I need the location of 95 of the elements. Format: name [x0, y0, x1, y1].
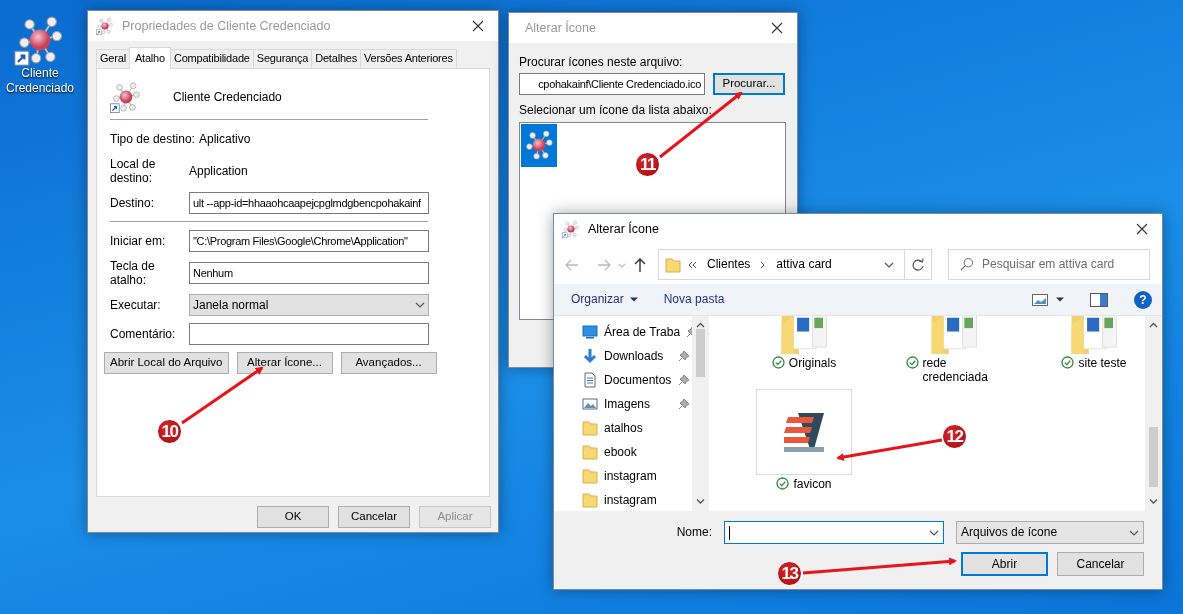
scrollbar[interactable]: [692, 316, 709, 511]
close-icon[interactable]: [1136, 223, 1148, 235]
window-title: Alterar Ícone: [525, 20, 597, 36]
up-arrow-icon[interactable]: [632, 256, 648, 273]
nav-item[interactable]: atalhos: [582, 416, 690, 440]
caret-icon[interactable]: [1056, 297, 1064, 302]
address-bar[interactable]: Clientes attiva card: [658, 249, 932, 280]
shortcut-molecule-icon: [562, 220, 580, 238]
file-item[interactable]: favicon: [729, 384, 879, 492]
button[interactable]: Abrir Local do Arquivo: [104, 352, 229, 375]
scrollbar[interactable]: [1145, 316, 1162, 511]
file-item[interactable]: Originals: [729, 316, 879, 385]
tab[interactable]: Atalho: [128, 47, 171, 70]
dropdown[interactable]: Janela normal: [189, 294, 429, 317]
breadcrumb-item[interactable]: attiva card: [776, 257, 832, 272]
folder-icon: [665, 256, 681, 273]
scroll-up-icon[interactable]: [696, 322, 705, 329]
icon-tile[interactable]: [521, 123, 557, 167]
field-value: Application: [189, 164, 248, 179]
file-name: site teste: [1078, 356, 1127, 371]
scrollbar-thumb[interactable]: [696, 329, 705, 377]
field-label: Tipo de destino:: [110, 132, 196, 147]
file-item[interactable]: site teste: [1029, 316, 1145, 385]
folder-icon: [582, 444, 598, 460]
caret-icon[interactable]: [629, 297, 638, 302]
tab[interactable]: Geral: [96, 49, 130, 69]
button[interactable]: Cancelar: [338, 506, 410, 529]
search-field[interactable]: Pesquisar em attiva card: [948, 249, 1150, 280]
field-label: Executar:: [110, 298, 162, 313]
monitor-icon: [582, 324, 598, 340]
new-folder-button[interactable]: Nova pasta: [663, 292, 725, 307]
button[interactable]: OK: [257, 506, 329, 529]
shortcut-name: Cliente Credenciado: [173, 90, 282, 105]
window-title: Alterar Ícone: [588, 221, 660, 237]
button[interactable]: Abrir: [961, 552, 1048, 576]
input-field[interactable]: ult --app-id=hhaaohcaapejcpglmdgbencpohakainf: [189, 192, 429, 215]
view-options-icon[interactable]: [1032, 293, 1048, 306]
molecule-icon: [523, 129, 555, 162]
scroll-down-icon[interactable]: [1149, 498, 1158, 505]
organize-menu[interactable]: Organizar: [571, 292, 638, 307]
filename-field[interactable]: [724, 521, 944, 544]
search-placeholder: Pesquisar em attiva card: [982, 257, 1115, 272]
scrollbar-thumb[interactable]: [1149, 427, 1158, 487]
logo-drawing: [782, 410, 826, 453]
nav-item[interactable]: Documentos: [582, 368, 690, 392]
dropdown-value[interactable]: Janela normal: [193, 298, 269, 313]
file-name: rede credenciada: [922, 356, 989, 385]
field-label: Local de destino:: [110, 157, 157, 186]
shortcut-molecule-icon: [110, 81, 142, 114]
button[interactable]: Alterar Ícone...: [236, 352, 333, 375]
field-label: Destino:: [110, 196, 156, 211]
double-chevron-icon[interactable]: [687, 259, 697, 270]
search-icon: [959, 257, 974, 272]
close-icon[interactable]: [771, 22, 783, 34]
field-label: Procurar ícones neste arquivo:: [519, 55, 683, 70]
picture-icon: [582, 396, 598, 412]
input-field[interactable]: cpohakainf\Cliente Credenciado.ico: [519, 73, 705, 96]
file-name: favicon: [793, 476, 832, 492]
nav-item[interactable]: Downloads: [582, 344, 690, 368]
preview-pane-icon[interactable]: [1090, 292, 1108, 307]
nav-item[interactable]: Área de Traba: [582, 320, 690, 344]
field-value: Aplicativo: [198, 132, 251, 147]
window-title: Propriedades de Cliente Credenciado: [122, 18, 332, 34]
document-icon: [582, 372, 598, 388]
field-label: Nome:: [676, 525, 712, 540]
field-label: Tecla de atalho:: [110, 259, 156, 288]
browse-button[interactable]: Procurar...: [713, 73, 785, 96]
folder-icon: [582, 492, 598, 508]
file-type-dropdown[interactable]: Arquivos de ícone: [956, 521, 1144, 544]
button[interactable]: Cancelar: [1057, 552, 1144, 576]
nav-item[interactable]: instagram: [582, 464, 690, 488]
help-button[interactable]: ?: [1134, 290, 1152, 309]
tab[interactable]: Versões Anteriores: [360, 49, 457, 69]
folder-icon: [582, 468, 598, 484]
file-item[interactable]: rede credenciada: [879, 316, 1029, 385]
field-label: Iniciar em:: [110, 234, 167, 249]
close-icon[interactable]: [472, 20, 484, 32]
input-field[interactable]: Nenhum: [189, 262, 429, 285]
file-name: Originals: [788, 356, 837, 371]
nav-item[interactable]: instagram: [582, 488, 690, 511]
desktop-icon-label: Cliente Credenciado: [4, 66, 75, 96]
nav-item[interactable]: ebook: [582, 440, 690, 464]
input-field[interactable]: "C:\Program Files\Google\Chrome\Application": [189, 230, 429, 253]
input-field[interactable]: [189, 323, 429, 346]
shortcut-molecule-icon: [96, 17, 114, 35]
button[interactable]: Avançados...: [340, 352, 437, 375]
refresh-icon[interactable]: [910, 256, 926, 273]
nav-item[interactable]: Imagens: [582, 392, 690, 416]
scroll-down-icon[interactable]: [696, 498, 705, 505]
scroll-up-icon[interactable]: [1149, 322, 1158, 329]
field-label: Comentário:: [110, 327, 177, 342]
download-arrow-icon: [582, 348, 598, 364]
field-label: Selecionar um ícone da lista abaixo:: [519, 103, 712, 118]
folder-icon: [582, 420, 598, 436]
breadcrumb-item[interactable]: Clientes: [707, 257, 751, 272]
